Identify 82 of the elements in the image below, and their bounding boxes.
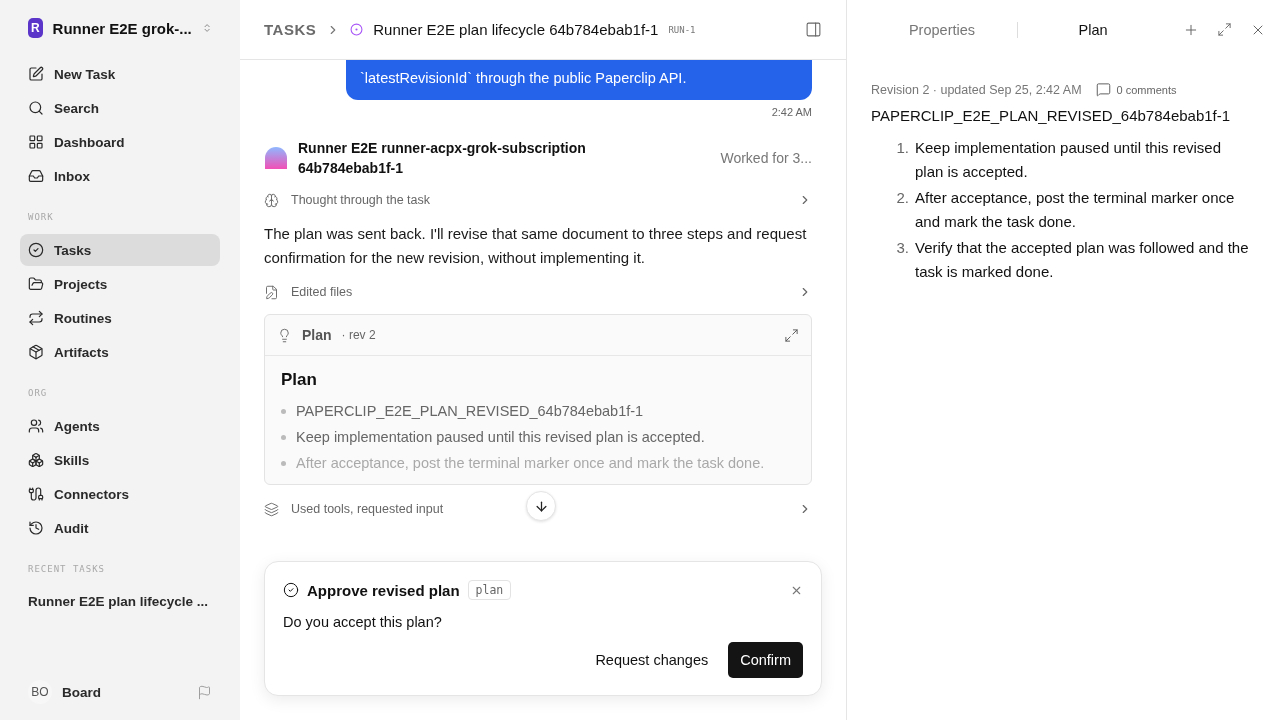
plan-item: PAPERCLIP_E2E_PLAN_REVISED_64b784ebab1f-1: [296, 402, 644, 421]
task-title: Runner E2E plan lifecycle 64b784ebab1f-1: [373, 21, 659, 38]
comment-icon: [1095, 82, 1111, 97]
nav-icon: [28, 134, 44, 150]
nav-icon: [28, 344, 44, 360]
plan-heading: Plan: [281, 370, 318, 390]
work-duration: Worked for 3...: [720, 150, 812, 166]
comment-count[interactable]: 0 comments: [1116, 83, 1177, 96]
sidebar-item[interactable]: Tasks: [20, 234, 220, 266]
nav-icon: [28, 452, 44, 468]
nav-icon: [28, 418, 44, 434]
bullet-icon: [281, 408, 286, 414]
scroll-down-button[interactable]: [526, 491, 556, 521]
section-heading: RECENT TASKS: [27, 563, 107, 576]
sidebar-item[interactable]: Skills: [20, 444, 220, 476]
panel-toggle-icon[interactable]: [805, 21, 822, 38]
revision-meta: Revision 2 · updated Sep 25, 2:42 AM: [871, 82, 1082, 97]
plan-item: Keep implementation paused until this revised plan is accepted.: [296, 428, 705, 447]
nav-icon: [28, 242, 44, 258]
plan-title: PAPERCLIP_E2E_PLAN_REVISED_64b784ebab1f-1: [871, 107, 1232, 124]
nav-icon: [28, 66, 44, 82]
section-heading: WORK: [27, 211, 55, 224]
brain-icon: [264, 192, 279, 208]
bullet-icon: [281, 460, 286, 466]
plan-label: Plan: [302, 327, 332, 343]
nav-icon: [28, 520, 44, 536]
confirm-button[interactable]: Confirm: [728, 642, 803, 678]
step-number: 2.: [895, 188, 909, 208]
arrow-down-icon: [533, 498, 549, 514]
plan-revision: · rev 2: [341, 328, 377, 342]
panel-tab[interactable]: Plan: [1018, 18, 1168, 42]
run-id: RUN-1: [668, 24, 697, 35]
activity-label[interactable]: Used tools, requested input: [291, 502, 786, 516]
agent-name: Runner E2E runner-acpx-grok-subscription 64b784ebab1f-1: [298, 139, 587, 178]
approval-question: Do you accept this plan?: [283, 614, 443, 630]
file-edit-icon: [264, 284, 279, 300]
workspace-name[interactable]: Runner E2E grok-...: [52, 19, 192, 37]
user-name[interactable]: Board: [62, 684, 187, 700]
user-message: `latestRevisionId` through the public Paperclip API.: [346, 60, 812, 100]
nav-icon: [28, 310, 44, 326]
sidebar-item[interactable]: Dashboard: [20, 126, 220, 158]
request-changes-button[interactable]: Request changes: [595, 642, 709, 678]
nav-icon: [28, 486, 44, 502]
user-avatar: BO: [28, 680, 52, 704]
check-circle-icon: [283, 582, 299, 598]
expand-icon[interactable]: [784, 327, 799, 343]
step-number: 3.: [895, 238, 909, 258]
sidebar-item[interactable]: Connectors: [20, 478, 220, 510]
step-text: Verify that the accepted plan was followed and the task is marked done.: [915, 238, 1250, 282]
approval-title: Approve revised plan: [307, 581, 460, 599]
lightbulb-icon: [277, 327, 292, 343]
plan-item: After acceptance, post the terminal marker once and mark the task done.: [296, 454, 765, 473]
panel-tab[interactable]: Properties: [867, 18, 1017, 42]
nav-icon: [28, 168, 44, 184]
bullet-icon: [281, 434, 286, 440]
expand-icon[interactable]: [1217, 22, 1232, 37]
activity-label[interactable]: Edited files: [291, 285, 786, 299]
nav-icon: [28, 276, 44, 292]
agent-message: The plan was sent back. I'll revise that same document to three steps and request confirmation for the new revision, without implementing it.: [264, 224, 808, 268]
approval-tag: plan: [467, 580, 512, 600]
step-text: Keep implementation paused until this revised plan is accepted.: [915, 138, 1222, 182]
sidebar-item[interactable]: New Task: [20, 58, 220, 90]
workspace-logo: R: [28, 18, 43, 38]
sidebar-item[interactable]: Agents: [20, 410, 220, 442]
sidebar-item[interactable]: Audit: [20, 512, 220, 544]
status-icon: [350, 23, 364, 36]
sidebar-item[interactable]: Search: [20, 92, 220, 124]
sidebar-item[interactable]: Projects: [20, 268, 220, 300]
step-number: 1.: [895, 138, 909, 158]
sidebar-item[interactable]: Routines: [20, 302, 220, 334]
switcher-icon[interactable]: [201, 21, 212, 35]
layers-icon: [264, 501, 279, 517]
agent-avatar-icon: [264, 147, 288, 169]
breadcrumb-link[interactable]: TASKS: [264, 21, 317, 38]
section-heading: ORG: [27, 387, 49, 400]
step-text: After acceptance, post the terminal marker once and mark the task done.: [915, 188, 1236, 232]
activity-label[interactable]: Thought through the task: [291, 193, 786, 207]
recent-task[interactable]: Runner E2E plan lifecycle ...: [20, 586, 220, 617]
sidebar-item[interactable]: Artifacts: [20, 336, 220, 368]
message-time: 2:42 AM: [771, 106, 812, 118]
nav-icon: [28, 100, 44, 116]
sidebar-item[interactable]: Inbox: [20, 160, 220, 192]
